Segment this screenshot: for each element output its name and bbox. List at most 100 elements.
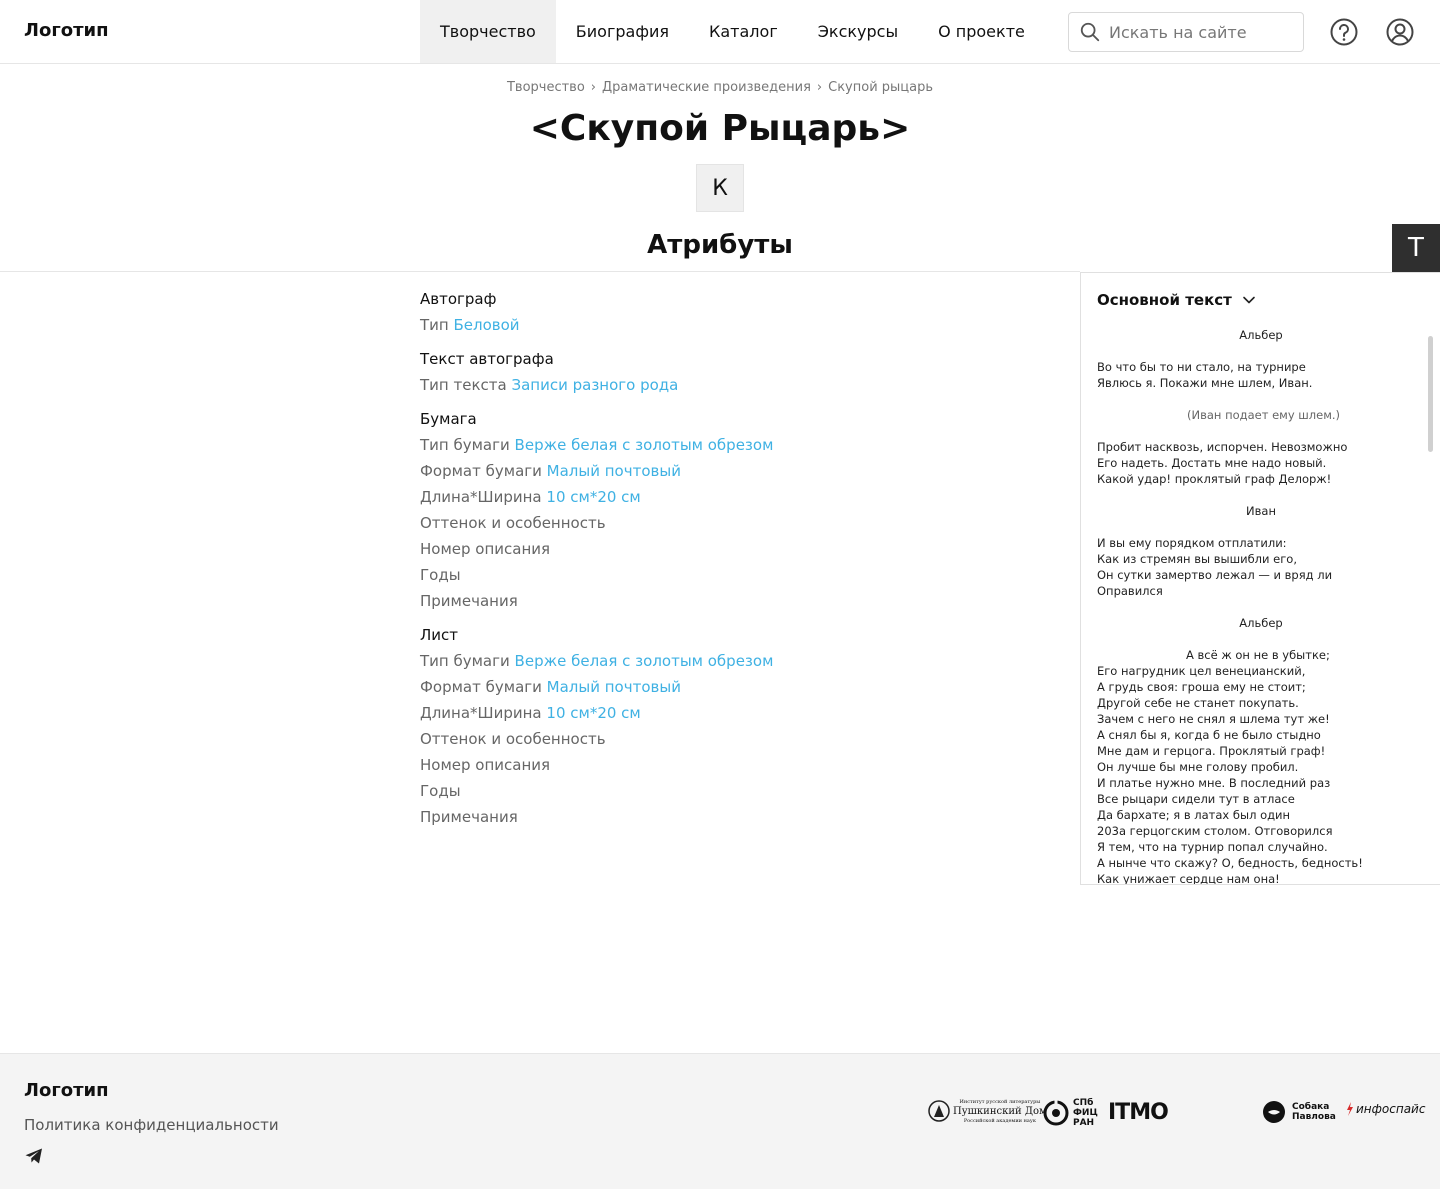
verse-line: 203а герцогским столом. Отговорился bbox=[1097, 824, 1333, 838]
attr-value-link[interactable]: Верже белая с золотым обрезом bbox=[515, 436, 774, 454]
stanza: И вы ему порядком отплатили: Как из стре… bbox=[1097, 535, 1417, 615]
help-icon[interactable] bbox=[1329, 17, 1359, 47]
attr-row: Номер описания bbox=[420, 538, 1040, 560]
nav-item-o-proekte[interactable]: О проекте bbox=[918, 0, 1045, 63]
nav-item-tvorchestvo[interactable]: Творчество bbox=[420, 0, 556, 63]
attr-group-avtograf: Автограф Тип Беловой bbox=[420, 288, 1040, 336]
attr-label: Примечания bbox=[420, 808, 518, 826]
user-icon[interactable] bbox=[1385, 17, 1415, 47]
nav-item-ekskursy[interactable]: Экскурсы bbox=[798, 0, 918, 63]
attr-label: Примечания bbox=[420, 592, 518, 610]
breadcrumb-item-dramaticheskie[interactable]: Драматические произведения bbox=[602, 80, 811, 95]
partner-text: инфоспайс bbox=[1356, 1102, 1426, 1116]
attr-row: Годы bbox=[420, 780, 1040, 802]
text-toggle-button[interactable]: T bbox=[1392, 224, 1440, 272]
partner-logo-sobaka-pavlova[interactable]: Собака Павлова bbox=[1262, 1100, 1336, 1124]
partner-text: ФИЦ bbox=[1073, 1108, 1098, 1118]
attributes-list: Автограф Тип Беловой Текст автографа Тип… bbox=[420, 288, 1040, 840]
attr-label: Длина*Ширина bbox=[420, 704, 542, 722]
speaker-name: Иван bbox=[1246, 504, 1276, 518]
attr-label: Формат бумаги bbox=[420, 462, 542, 480]
verse-line: Его нагрудник цел венецианский, bbox=[1097, 664, 1306, 678]
attr-value-link[interactable]: Верже белая с золотым обрезом bbox=[515, 652, 774, 670]
text-panel[interactable]: Основной текст Альбер Во что бы то ни ст… bbox=[1080, 272, 1440, 885]
partner-logo-spb-fic-ran[interactable]: СПб ФИЦ РАН bbox=[1043, 1098, 1098, 1128]
attr-row: Тип бумаги Верже белая с золотым обрезом bbox=[420, 434, 1040, 456]
attr-group-title: Лист bbox=[420, 626, 459, 644]
partner-text: РАН bbox=[1073, 1118, 1095, 1128]
footer-logo[interactable]: Логотип bbox=[24, 1080, 109, 1101]
partner-logo-pushkinsky-dom[interactable]: Институт русской литературы Пушкинский Д… bbox=[928, 1096, 1047, 1126]
attr-group-title: Автограф bbox=[420, 290, 497, 308]
attr-label: Тип бумаги bbox=[420, 436, 510, 454]
partner-text: ITMO bbox=[1108, 1100, 1169, 1125]
partner-logo-infospace[interactable]: инфоспайс bbox=[1346, 1102, 1425, 1116]
infospace-mark-icon bbox=[1347, 1102, 1353, 1116]
attr-value-link[interactable]: 10 см*20 см bbox=[546, 704, 640, 722]
telegram-icon[interactable] bbox=[24, 1146, 44, 1166]
verse-line: Он лучше бы мне голову пробил. bbox=[1097, 760, 1299, 774]
pushkinsky-dom-emblem-icon bbox=[928, 1100, 950, 1122]
panel-scrollbar[interactable] bbox=[1428, 336, 1433, 452]
attr-value-link[interactable]: Записи разного рода bbox=[511, 376, 678, 394]
verse-line: Какой удар! проклятый граф Делорж! bbox=[1097, 472, 1332, 486]
attr-label: Тип текста bbox=[420, 376, 507, 394]
partner-text: Павлова bbox=[1292, 1112, 1336, 1122]
breadcrumb-item-tvorchestvo[interactable]: Творчество bbox=[507, 80, 585, 95]
section-title: Атрибуты bbox=[647, 230, 793, 260]
verse-line: Другой себе не станет покупать. bbox=[1097, 696, 1299, 710]
attr-value-link[interactable]: Беловой bbox=[454, 316, 520, 334]
attr-group-list: Лист Тип бумаги Верже белая с золотым об… bbox=[420, 624, 1040, 828]
attr-value-link[interactable]: Малый почтовый bbox=[547, 678, 681, 696]
verse-line: Его надеть. Достать мне надо новый. bbox=[1097, 456, 1327, 470]
verse-line: А грудь своя: гроша ему не стоит; bbox=[1097, 680, 1306, 694]
verse-line: Как из стремян вы вышибли его, bbox=[1097, 552, 1297, 566]
divider bbox=[0, 271, 1080, 272]
verse-line: Я тем, что на турнир попал случайно. bbox=[1097, 840, 1328, 854]
attr-value-link[interactable]: Малый почтовый bbox=[547, 462, 681, 480]
text-body: Альбер Во что бы то ни стало, на турнире… bbox=[1097, 327, 1417, 884]
privacy-policy-link[interactable]: Политика конфиденциальности bbox=[24, 1116, 279, 1134]
attr-label: Тип бумаги bbox=[420, 652, 510, 670]
stanza: Пробит насквозь, испорчен. Невозможно Ег… bbox=[1097, 439, 1417, 503]
breadcrumb: Творчество › Драматические произведения › Ск… bbox=[0, 80, 1440, 95]
attr-group-title: Бумага bbox=[420, 410, 477, 428]
search-box[interactable] bbox=[1068, 12, 1304, 52]
attr-label: Формат бумаги bbox=[420, 678, 542, 696]
logo[interactable]: Логотип bbox=[24, 20, 109, 41]
chevron-right-icon: › bbox=[816, 80, 823, 95]
search-input[interactable] bbox=[1109, 22, 1289, 42]
text-version-dropdown[interactable]: Основной текст bbox=[1097, 291, 1256, 309]
verse-line: А снял бы я, когда б не было стыдно bbox=[1097, 728, 1321, 742]
nav-item-biografiya[interactable]: Биография bbox=[556, 0, 689, 63]
attr-label: Оттенок и особенность bbox=[420, 514, 606, 532]
attr-row: Тип текста Записи разного рода bbox=[420, 374, 1040, 396]
stanza: Во что бы то ни стало, на турнире Явлюсь… bbox=[1097, 359, 1417, 407]
partner-logo-itmo[interactable]: ITMO bbox=[1108, 1100, 1169, 1125]
breadcrumb-item-current[interactable]: Скупой рыцарь bbox=[828, 80, 933, 95]
verse-line: А всё ж он не в убытке; bbox=[1186, 648, 1330, 662]
partner-text: Собака bbox=[1292, 1102, 1330, 1112]
search-icon bbox=[1080, 22, 1100, 42]
attr-label: Годы bbox=[420, 566, 461, 584]
nav-item-katalog[interactable]: Каталог bbox=[689, 0, 798, 63]
chevron-right-icon: › bbox=[590, 80, 596, 95]
attr-row: Примечания bbox=[420, 806, 1040, 828]
attr-row: Формат бумаги Малый почтовый bbox=[420, 460, 1040, 482]
partner-text: Российской академии наук bbox=[963, 1117, 1036, 1124]
verse-line: Он сутки замертво лежал — и вряд ли bbox=[1097, 568, 1333, 582]
verse-line: Все рыцари сидели тут в атласе bbox=[1097, 792, 1295, 806]
verse-line: Во что бы то ни стало, на турнире bbox=[1097, 360, 1306, 374]
partner-text: СПб bbox=[1073, 1098, 1094, 1108]
attr-row: Номер описания bbox=[420, 754, 1040, 776]
stanza: А всё ж он не в убытке; Его нагрудник це… bbox=[1097, 647, 1417, 884]
main-nav: Творчество Биография Каталог Экскурсы О … bbox=[420, 0, 1045, 63]
attr-label: Длина*Ширина bbox=[420, 488, 542, 506]
attr-row: Оттенок и особенность bbox=[420, 512, 1040, 534]
verse-line: Мне дам и герцога. Проклятый граф! bbox=[1097, 744, 1326, 758]
page-title: <Скупой Рыцарь> bbox=[529, 108, 911, 149]
attr-value-link[interactable]: 10 см*20 см bbox=[546, 488, 640, 506]
letter-badge[interactable]: К bbox=[696, 164, 744, 212]
verse-line: Явлюсь я. Покажи мне шлем, Иван. bbox=[1097, 376, 1313, 390]
attr-row: Оттенок и особенность bbox=[420, 728, 1040, 750]
